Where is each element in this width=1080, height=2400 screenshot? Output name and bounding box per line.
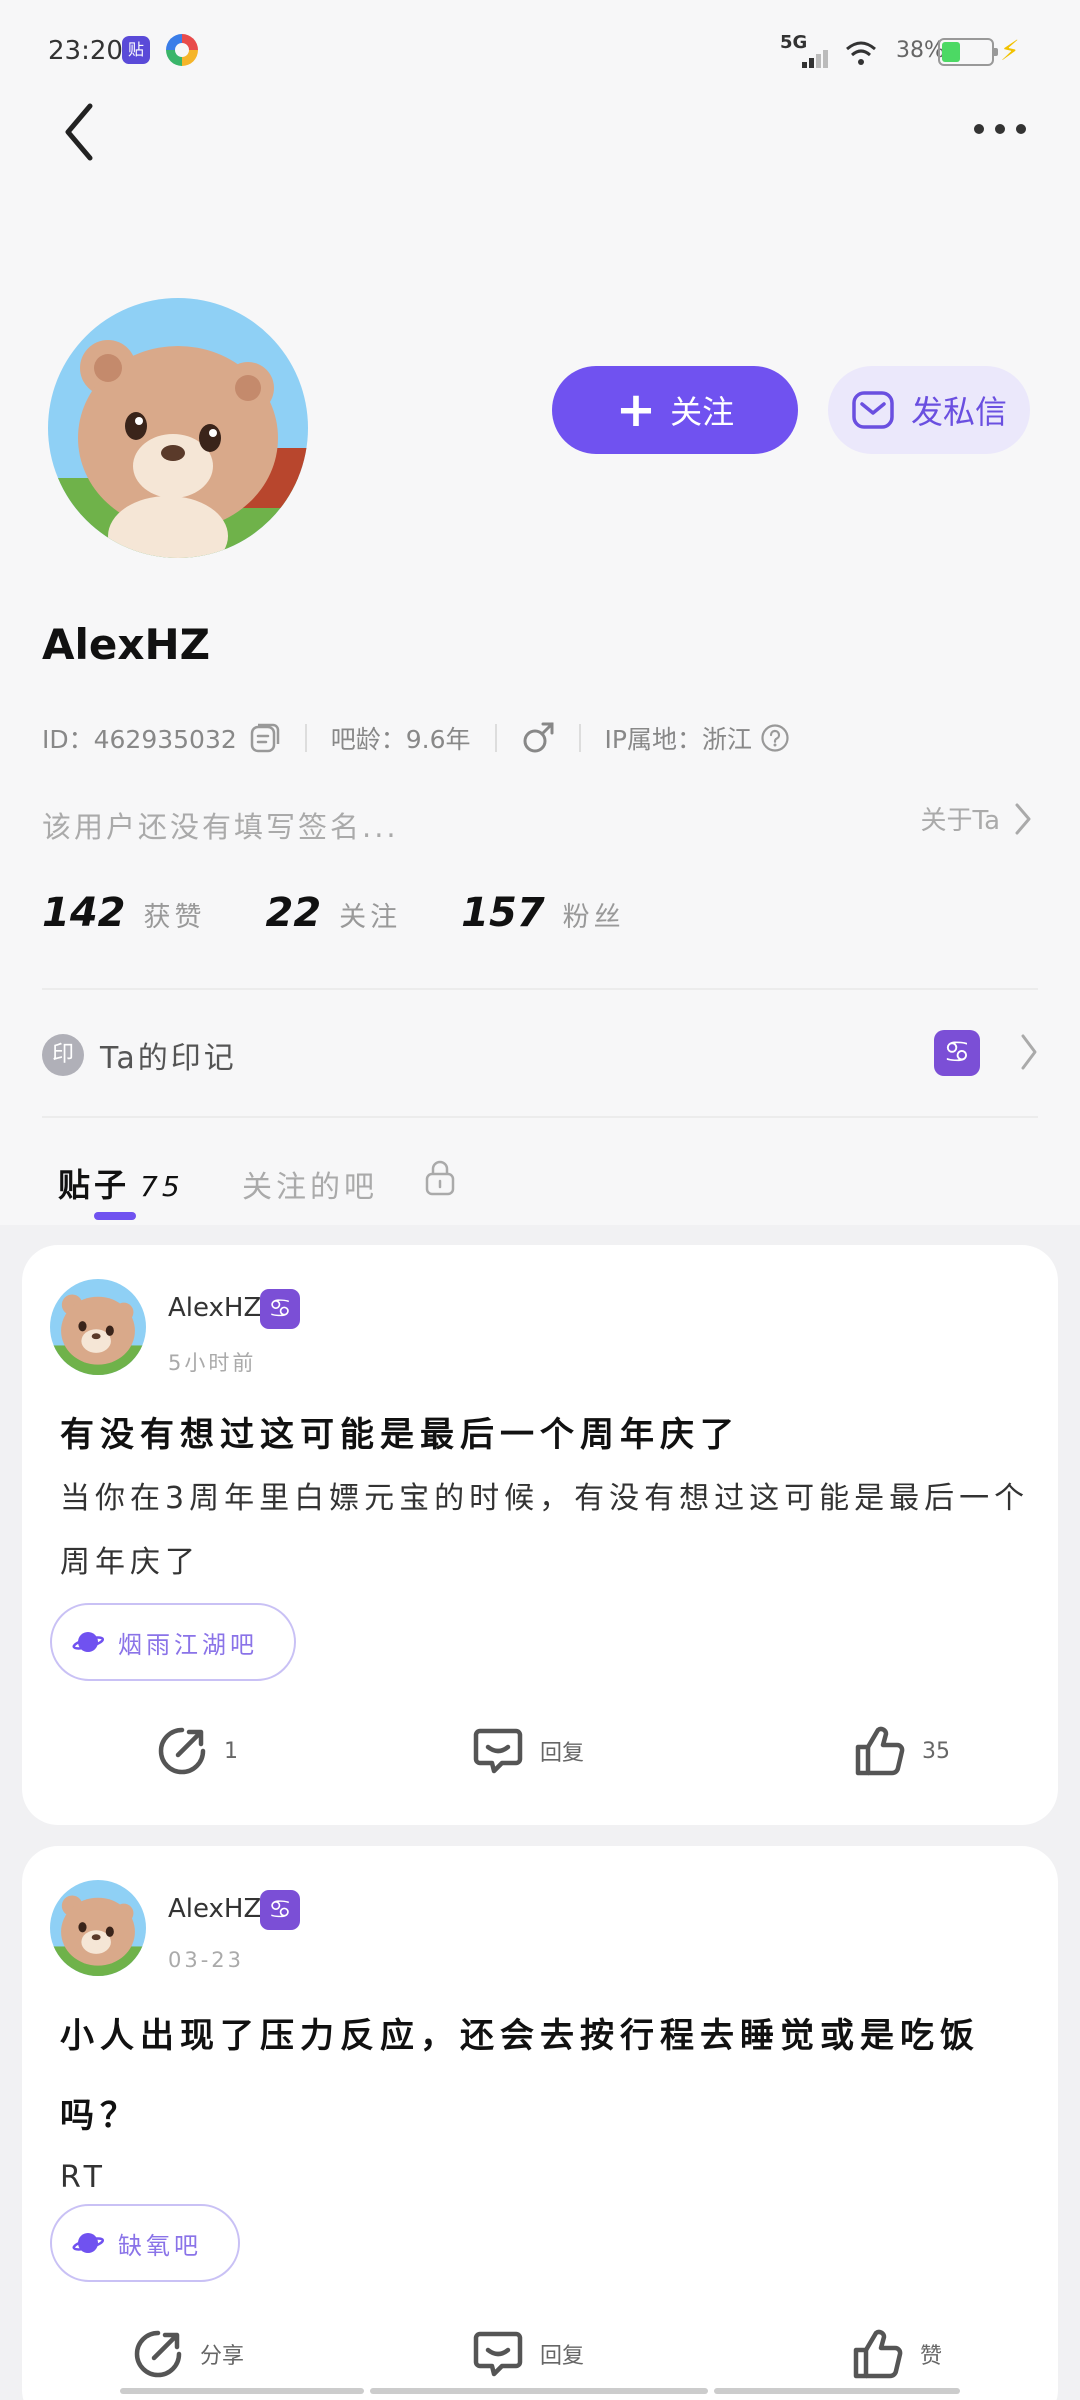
lock-icon	[424, 1160, 456, 1196]
stat-following-count: 22	[265, 890, 322, 936]
comment-icon	[473, 1728, 523, 1774]
like-button[interactable]: 赞	[852, 2328, 942, 2380]
help-icon[interactable]	[760, 723, 790, 753]
post-bar-name: 缺氧吧	[118, 2231, 202, 2260]
cancer-zodiac-icon: ♋	[260, 1289, 300, 1329]
stat-fans-label: 粉丝	[562, 902, 625, 933]
home-indicator	[120, 2388, 364, 2394]
stat-likes[interactable]: 142 获赞	[42, 890, 206, 936]
post-author-name[interactable]: AlexHZ	[168, 1293, 261, 1323]
share-icon	[134, 2330, 182, 2378]
chevron-right-icon	[1015, 803, 1031, 834]
cancer-zodiac-icon: ♋	[934, 1030, 980, 1076]
post-bar-name: 烟雨江湖吧	[118, 1630, 258, 1659]
reply-button[interactable]: 回复	[472, 2328, 584, 2380]
reply-label: 回复	[540, 2344, 585, 2369]
ip-location: IP属地：浙江	[604, 725, 752, 754]
stat-fans-count: 157	[461, 890, 545, 936]
stat-fans[interactable]: 157 粉丝	[461, 890, 625, 936]
stat-likes-label: 获赞	[143, 902, 206, 933]
more-options-icon[interactable]	[970, 118, 1030, 142]
follow-button[interactable]: + 关注	[552, 366, 798, 454]
stat-following[interactable]: 22 关注	[266, 890, 402, 936]
message-icon	[852, 391, 894, 429]
about-ta-link[interactable]: 关于Ta	[920, 800, 1032, 837]
post-bar-tag[interactable]: 缺氧吧	[50, 2204, 240, 2282]
plus-icon: +	[615, 382, 657, 438]
profile-stats: 142 获赞 22 关注 157 粉丝	[42, 890, 685, 950]
copy-icon[interactable]	[249, 722, 281, 754]
signal-icon	[798, 46, 830, 68]
post-author-name[interactable]: AlexHZ	[168, 1894, 261, 1924]
charging-icon: ⚡	[1000, 34, 1020, 67]
post-time: 03-23	[168, 1948, 245, 1972]
post-card[interactable]: AlexHZ ♋ 5小时前 有没有想过这可能是最后一个周年庆了 当你在3周年里白…	[22, 1245, 1058, 1825]
post-actions: 分享 回复 赞	[22, 2328, 1058, 2388]
like-count: 35	[922, 1738, 950, 1764]
post-time: 5小时前	[168, 1351, 257, 1375]
tab-posts[interactable]: 贴子 75	[58, 1160, 184, 1206]
active-tab-indicator	[94, 1212, 136, 1220]
profile-info-row: ID：462935032 吧龄：9.6年 IP属地：浙江	[42, 718, 790, 758]
profile-username: AlexHZ	[42, 620, 211, 669]
mark-label: Ta的印记	[100, 1041, 237, 1076]
post-title: 小人出现了压力反应，还会去按行程去睡觉或是吃饭吗？	[60, 2016, 980, 2136]
stat-following-label: 关注	[339, 902, 402, 933]
chevron-right-icon	[1020, 1032, 1038, 1076]
reply-label: 回复	[540, 1741, 585, 1766]
thumbs-up-icon	[853, 2329, 903, 2379]
post-body: RT	[60, 2160, 107, 2195]
share-button[interactable]: 1	[156, 1725, 238, 1777]
like-button[interactable]: 35	[854, 1725, 950, 1777]
battery-icon	[938, 38, 998, 66]
about-ta-label: 关于Ta	[920, 806, 1000, 836]
share-label: 分享	[200, 2344, 245, 2369]
ta-mark-row[interactable]: 印 Ta的印记 ♋	[42, 1030, 1038, 1080]
back-icon[interactable]	[60, 100, 100, 164]
stat-likes-count: 142	[42, 890, 126, 936]
tab-followed-bars[interactable]: 关注的吧	[242, 1162, 378, 1206]
post-actions: 1 回复 35	[22, 1725, 1058, 1785]
home-indicator	[714, 2388, 960, 2394]
home-indicator	[370, 2388, 708, 2394]
post-card[interactable]: AlexHZ ♋ 03-23 小人出现了压力反应，还会去按行程去睡觉或是吃饭吗？…	[22, 1846, 1058, 2400]
status-time: 23:20	[48, 36, 123, 66]
share-icon	[158, 1727, 206, 1775]
follow-label: 关注	[670, 393, 735, 431]
send-message-button[interactable]: 发私信	[828, 366, 1030, 454]
post-author-avatar[interactable]	[50, 1279, 146, 1375]
user-id: ID：462935032	[42, 725, 237, 754]
post-title: 有没有想过这可能是最后一个周年庆了	[60, 1415, 740, 1455]
post-author-avatar[interactable]	[50, 1880, 146, 1976]
male-gender-icon	[521, 721, 555, 755]
colorful-app-icon	[166, 34, 198, 66]
post-bar-tag[interactable]: 烟雨江湖吧	[50, 1603, 296, 1681]
planet-icon	[72, 2233, 104, 2253]
status-bar: 23:20 贴 5G 38% ⚡	[0, 30, 1080, 74]
planet-icon	[72, 1632, 104, 1652]
tab-posts-label: 贴子	[58, 1166, 131, 1204]
divider	[42, 988, 1038, 990]
post-body: 当你在3周年里白嫖元宝的时候，有没有想过这可能是最后一个周年庆了	[60, 1481, 1030, 1580]
bar-age: 吧龄：9.6年	[330, 725, 471, 754]
share-button[interactable]: 分享	[132, 2328, 244, 2380]
share-count: 1	[224, 1738, 238, 1764]
thumbs-up-icon	[855, 1726, 905, 1776]
message-label: 发私信	[910, 393, 1007, 431]
mark-badge-icon: 印	[42, 1034, 84, 1076]
divider	[42, 1116, 1038, 1118]
cancer-zodiac-icon: ♋	[260, 1890, 300, 1930]
comment-icon	[473, 2331, 523, 2377]
tab-posts-count: 75	[140, 1170, 184, 1203]
profile-avatar[interactable]	[48, 298, 308, 558]
tieba-app-icon: 贴	[122, 36, 150, 64]
profile-bio: 该用户还没有填写签名...	[42, 810, 399, 844]
like-label: 赞	[920, 2344, 943, 2369]
reply-button[interactable]: 回复	[472, 1725, 584, 1777]
wifi-icon	[845, 40, 877, 75]
